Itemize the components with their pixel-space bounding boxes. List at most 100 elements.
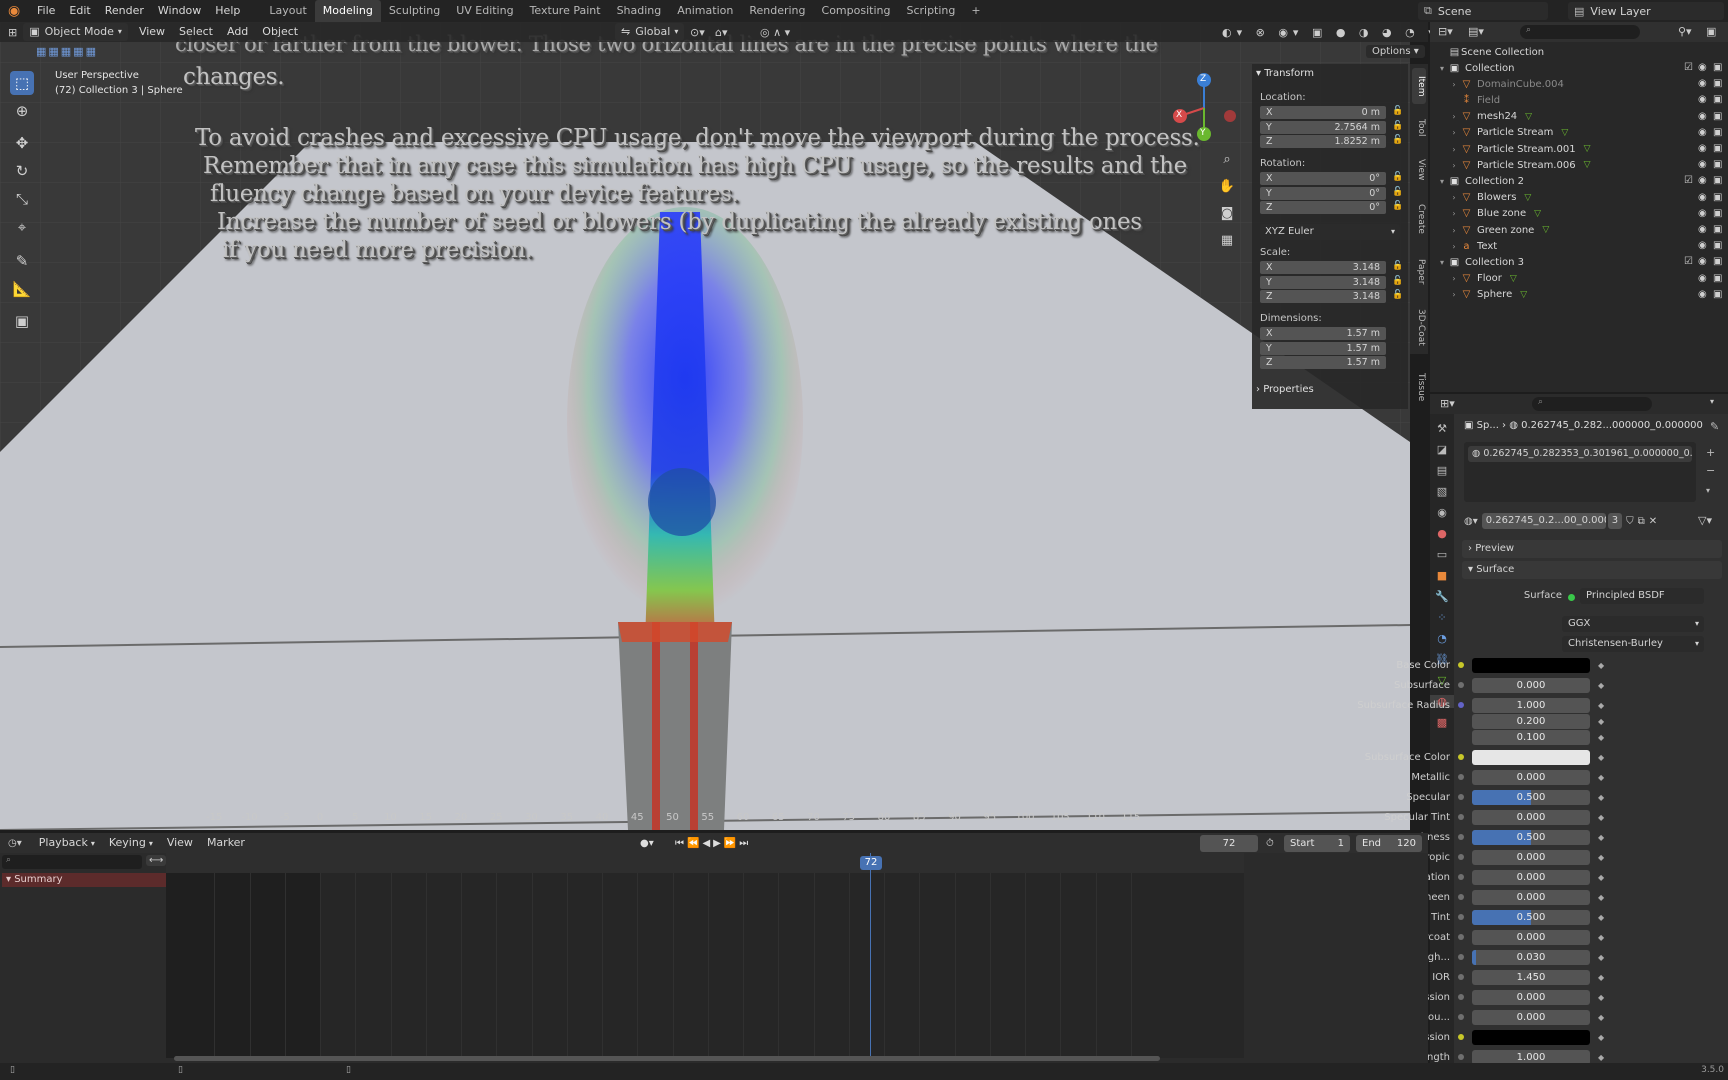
visibility-eye-icon[interactable]: ◉: [1698, 273, 1707, 284]
property-value-field[interactable]: 0.100: [1472, 729, 1590, 745]
render-camera-icon[interactable]: ▣: [1713, 240, 1722, 251]
outliner-editor-icon[interactable]: ⊟▾: [1438, 25, 1453, 38]
render-camera-icon[interactable]: ▣: [1713, 127, 1722, 138]
menu-edit[interactable]: Edit: [62, 0, 97, 22]
preview-panel-header[interactable]: › Preview: [1462, 540, 1722, 558]
rot-row-z[interactable]: Z 0°: [1260, 201, 1386, 214]
keyframe-diamond-icon[interactable]: ◆: [1598, 773, 1604, 782]
visibility-eye-icon[interactable]: ◉: [1698, 111, 1707, 122]
slot-menu-icon[interactable]: ▾: [1706, 486, 1710, 495]
property-value-field[interactable]: [1472, 749, 1590, 765]
clock-icon[interactable]: ⏱: [1266, 838, 1274, 849]
expand-triangle-icon[interactable]: ›: [1448, 193, 1460, 202]
material-selector[interactable]: ◍▾ 0.262745_0.2...00_0.000000 3 ⛉ ⧉ ✕: [1464, 512, 1714, 530]
outliner-item[interactable]: › a Text: [1448, 238, 1497, 254]
timeline-menu-marker[interactable]: Marker: [200, 832, 252, 855]
new-collection-icon[interactable]: ▣: [1706, 25, 1716, 38]
menu-file[interactable]: File: [30, 0, 62, 22]
expand-triangle-icon[interactable]: ›: [1448, 274, 1460, 283]
tab-uv-editing[interactable]: UV Editing: [448, 0, 521, 22]
zoom-icon[interactable]: ⌕: [1215, 148, 1239, 172]
current-frame-field[interactable]: 72: [1200, 835, 1258, 852]
playhead-frame-badge[interactable]: 72: [860, 856, 882, 870]
visibility-eye-icon[interactable]: ◉: [1698, 175, 1707, 186]
material-name-field[interactable]: 0.262745_0.2...00_0.000000: [1481, 513, 1606, 529]
property-value-field[interactable]: 0.030: [1472, 949, 1590, 965]
keyframe-diamond-icon[interactable]: ◆: [1598, 1033, 1604, 1042]
property-value-field[interactable]: 0.000: [1472, 989, 1590, 1005]
ortho-grid-icon[interactable]: ▦: [1215, 229, 1239, 253]
lock-icon[interactable]: 🔓: [1392, 135, 1403, 145]
tool-tab-icon[interactable]: ⚒: [1430, 422, 1454, 435]
timeline-editor-icon[interactable]: ◷▾: [8, 838, 22, 849]
render-camera-icon[interactable]: ▣: [1713, 175, 1722, 186]
outliner-item[interactable]: ▾ ▣ Collection: [1436, 60, 1514, 76]
collection-tab-icon[interactable]: ▭: [1430, 548, 1454, 561]
cursor-tool-icon[interactable]: ⊕: [10, 99, 34, 123]
lock-icon[interactable]: 🔓: [1392, 121, 1403, 131]
viewport-menu-add[interactable]: Add: [220, 21, 255, 43]
property-value-field[interactable]: 0.000: [1472, 1009, 1590, 1025]
duplicate-icon[interactable]: ⧉: [1638, 516, 1645, 527]
render-camera-icon[interactable]: ▣: [1713, 159, 1722, 170]
scl-row-y[interactable]: Y 3.148: [1260, 275, 1386, 289]
user-count[interactable]: 3: [1607, 513, 1623, 529]
property-value-field[interactable]: 0.500: [1472, 789, 1590, 805]
lock-icon[interactable]: 🔓: [1392, 290, 1403, 300]
world-tab-icon[interactable]: ●: [1430, 527, 1454, 540]
outliner-item[interactable]: › ▽ Blue zone ▽: [1448, 206, 1541, 222]
record-icon[interactable]: ●▾: [640, 838, 654, 849]
include-checkbox-icon[interactable]: ☑: [1684, 175, 1693, 186]
expand-triangle-icon[interactable]: ›: [1448, 128, 1460, 137]
transform-tool-icon[interactable]: ⌖: [10, 215, 34, 239]
timeline-search-input[interactable]: ⌕: [2, 855, 142, 869]
property-value-field[interactable]: 0.200: [1472, 713, 1590, 729]
render-camera-icon[interactable]: ▣: [1713, 143, 1722, 154]
navigation-gizmo[interactable]: Z X Y: [1168, 72, 1238, 142]
outliner-item[interactable]: › ▽ mesh24 ▽: [1448, 109, 1532, 125]
tab-rendering[interactable]: Rendering: [741, 0, 813, 22]
expand-triangle-icon[interactable]: ›: [1448, 290, 1460, 299]
keyframe-diamond-icon[interactable]: ◆: [1598, 661, 1604, 670]
loc-row-x[interactable]: X 0 m: [1260, 106, 1386, 119]
property-value-field[interactable]: 0.000: [1472, 929, 1590, 945]
visibility-eye-icon[interactable]: ◉: [1698, 78, 1707, 89]
expand-triangle-icon[interactable]: ›: [1448, 80, 1460, 89]
expand-triangle-icon[interactable]: ›: [1448, 209, 1460, 218]
expand-triangle-icon[interactable]: ›: [1448, 226, 1460, 235]
property-value-field[interactable]: [1472, 657, 1590, 673]
keyframe-diamond-icon[interactable]: ◆: [1598, 733, 1604, 742]
scl-row-z[interactable]: Z 3.148: [1260, 290, 1386, 303]
sidebar-tab-3d-coat[interactable]: 3D-Coat: [1412, 299, 1426, 356]
material-slot-row[interactable]: ◍ 0.262745_0.282353_0.301961_0.000000_0.…: [1468, 446, 1692, 462]
display-mode-icon[interactable]: ▤▾: [1468, 25, 1484, 38]
options-button[interactable]: Options ▾: [1366, 45, 1425, 58]
property-value-field[interactable]: [1472, 1029, 1590, 1045]
render-camera-icon[interactable]: ▣: [1713, 111, 1722, 122]
sidebar-tab-paper[interactable]: Paper: [1412, 250, 1426, 293]
render-tab-icon[interactable]: ◪: [1430, 443, 1454, 456]
measure-tool-icon[interactable]: 📐: [10, 277, 34, 301]
outliner-item[interactable]: ▾ ▣ Collection 3: [1436, 254, 1524, 270]
view-layer-selector[interactable]: ▤ View Layer: [1568, 2, 1724, 20]
menu-window[interactable]: Window: [151, 0, 208, 22]
keyframe-diamond-icon[interactable]: ◆: [1598, 993, 1604, 1002]
add-workspace-button[interactable]: +: [963, 0, 988, 22]
mode-selector[interactable]: ▣ Object Mode ▾: [23, 23, 128, 41]
keyframe-diamond-icon[interactable]: ◆: [1598, 681, 1604, 690]
filter-icon[interactable]: ⚲▾: [1678, 25, 1692, 38]
unlink-icon[interactable]: ✕: [1649, 516, 1657, 527]
expand-triangle-icon[interactable]: ▾: [1436, 177, 1448, 186]
render-camera-icon[interactable]: ▣: [1713, 78, 1722, 89]
sidebar-tab-view[interactable]: View: [1412, 152, 1426, 188]
menu-help[interactable]: Help: [208, 0, 247, 22]
timeline-menu-keying[interactable]: Keying ▾: [102, 832, 160, 855]
move-tool-icon[interactable]: ✥: [10, 131, 34, 155]
expand-triangle-icon[interactable]: ›: [1448, 112, 1460, 121]
viewport-menu-select[interactable]: Select: [172, 21, 220, 43]
annotate-tool-icon[interactable]: ✎: [10, 249, 34, 273]
expand-triangle-icon[interactable]: ▾: [1436, 258, 1448, 267]
property-value-field[interactable]: 0.000: [1472, 889, 1590, 905]
keyframe-diamond-icon[interactable]: ◆: [1598, 913, 1604, 922]
visibility-eye-icon[interactable]: ◉: [1698, 208, 1707, 219]
